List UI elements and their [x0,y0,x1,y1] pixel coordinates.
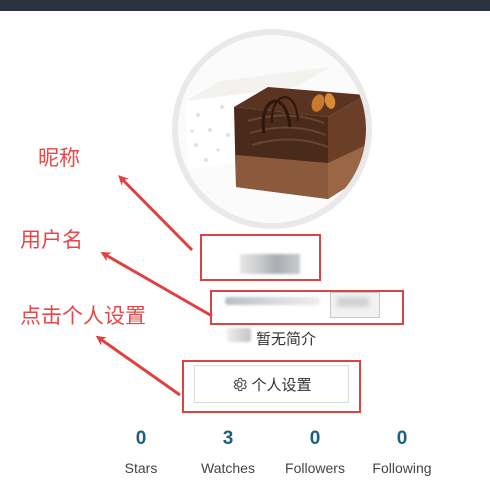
stat-label: Stars [124,460,158,476]
stat-count: 0 [135,428,147,449]
arrow-nickname [118,175,194,252]
bio-text: 暂无简介 [256,330,317,348]
annotation-click-settings: 点击个人设置 [20,304,146,328]
personal-settings-button[interactable]: 个人设置 [194,365,349,403]
nickname [240,254,300,274]
stat-count: 0 [309,428,321,449]
stat-count: 0 [396,428,408,449]
avatar-image [186,67,366,199]
top-bar [0,0,490,11]
username-suffix [330,292,380,318]
arrow-settings [95,335,181,397]
settings-button-label: 个人设置 [251,375,312,394]
stat-label: Following [372,460,432,476]
bio-prefix [227,328,251,342]
annotation-nickname: 昵称 [38,146,80,170]
stat-label: Followers [285,460,345,476]
annotation-username: 用户名 [20,228,83,252]
stat-label: Watches [201,460,255,476]
gear-icon [234,377,248,391]
avatar[interactable] [178,35,366,223]
username [225,297,320,305]
stat-count: 3 [222,428,234,449]
